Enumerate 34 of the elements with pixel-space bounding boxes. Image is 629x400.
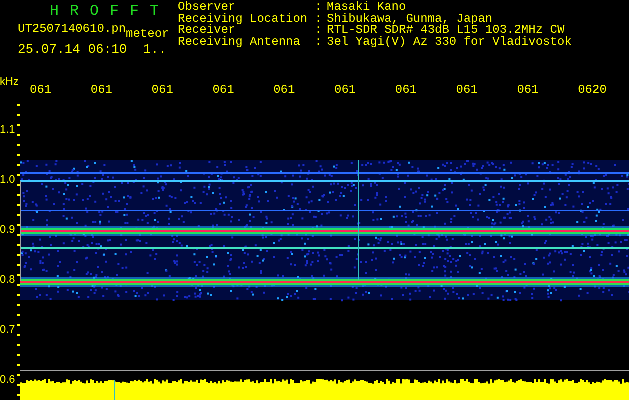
time-label: 061 [212, 83, 234, 97]
frequency-unit: kHz [0, 76, 20, 88]
frequency-label: 1.0 [0, 174, 16, 186]
time-label: 061 [394, 83, 417, 97]
time-label: 061 [334, 83, 356, 97]
mode-label: meteor [126, 27, 170, 41]
info-label: Observer [178, 2, 236, 14]
counter: 1.. [143, 42, 167, 57]
frequency-label: 0.7 [0, 324, 16, 336]
info-value: 3el Yagi(V) Az 330 for Vladivostok [327, 36, 572, 48]
info-value: Shibukawa, Gunma, Japan [327, 14, 493, 25]
info-separator: : [315, 14, 324, 25]
timestamp: 25.07.14 06:10 [18, 42, 128, 57]
frequency-label: 0.6 [0, 374, 16, 386]
time-label: 061 [455, 83, 478, 97]
info-label: Receiving Antenna [178, 36, 302, 48]
time-label: 061 [29, 83, 52, 97]
info-label: Receiver [178, 25, 236, 36]
info-value: Masaki Kano [327, 2, 408, 14]
time-label: 061 [90, 83, 112, 97]
info-value: RTL-SDR SDR# 43dB L15 103.2MHz CW [327, 25, 565, 36]
frequency-label: 0.8 [0, 274, 16, 286]
frequency-label: 1.1 [0, 124, 16, 136]
info-separator: : [315, 2, 324, 14]
info-label: Receiving Location [178, 14, 309, 25]
time-label: 061 [516, 83, 539, 97]
info-separator: : [315, 25, 324, 36]
app-title: HROFFT [49, 4, 160, 20]
file-name: UT2507140610.pn [18, 22, 126, 36]
frequency-label: 0.9 [0, 224, 16, 236]
time-label: 0620 [577, 83, 607, 97]
info-separator: : [315, 36, 324, 48]
time-label: 061 [272, 83, 296, 97]
time-label: 061 [150, 83, 174, 97]
